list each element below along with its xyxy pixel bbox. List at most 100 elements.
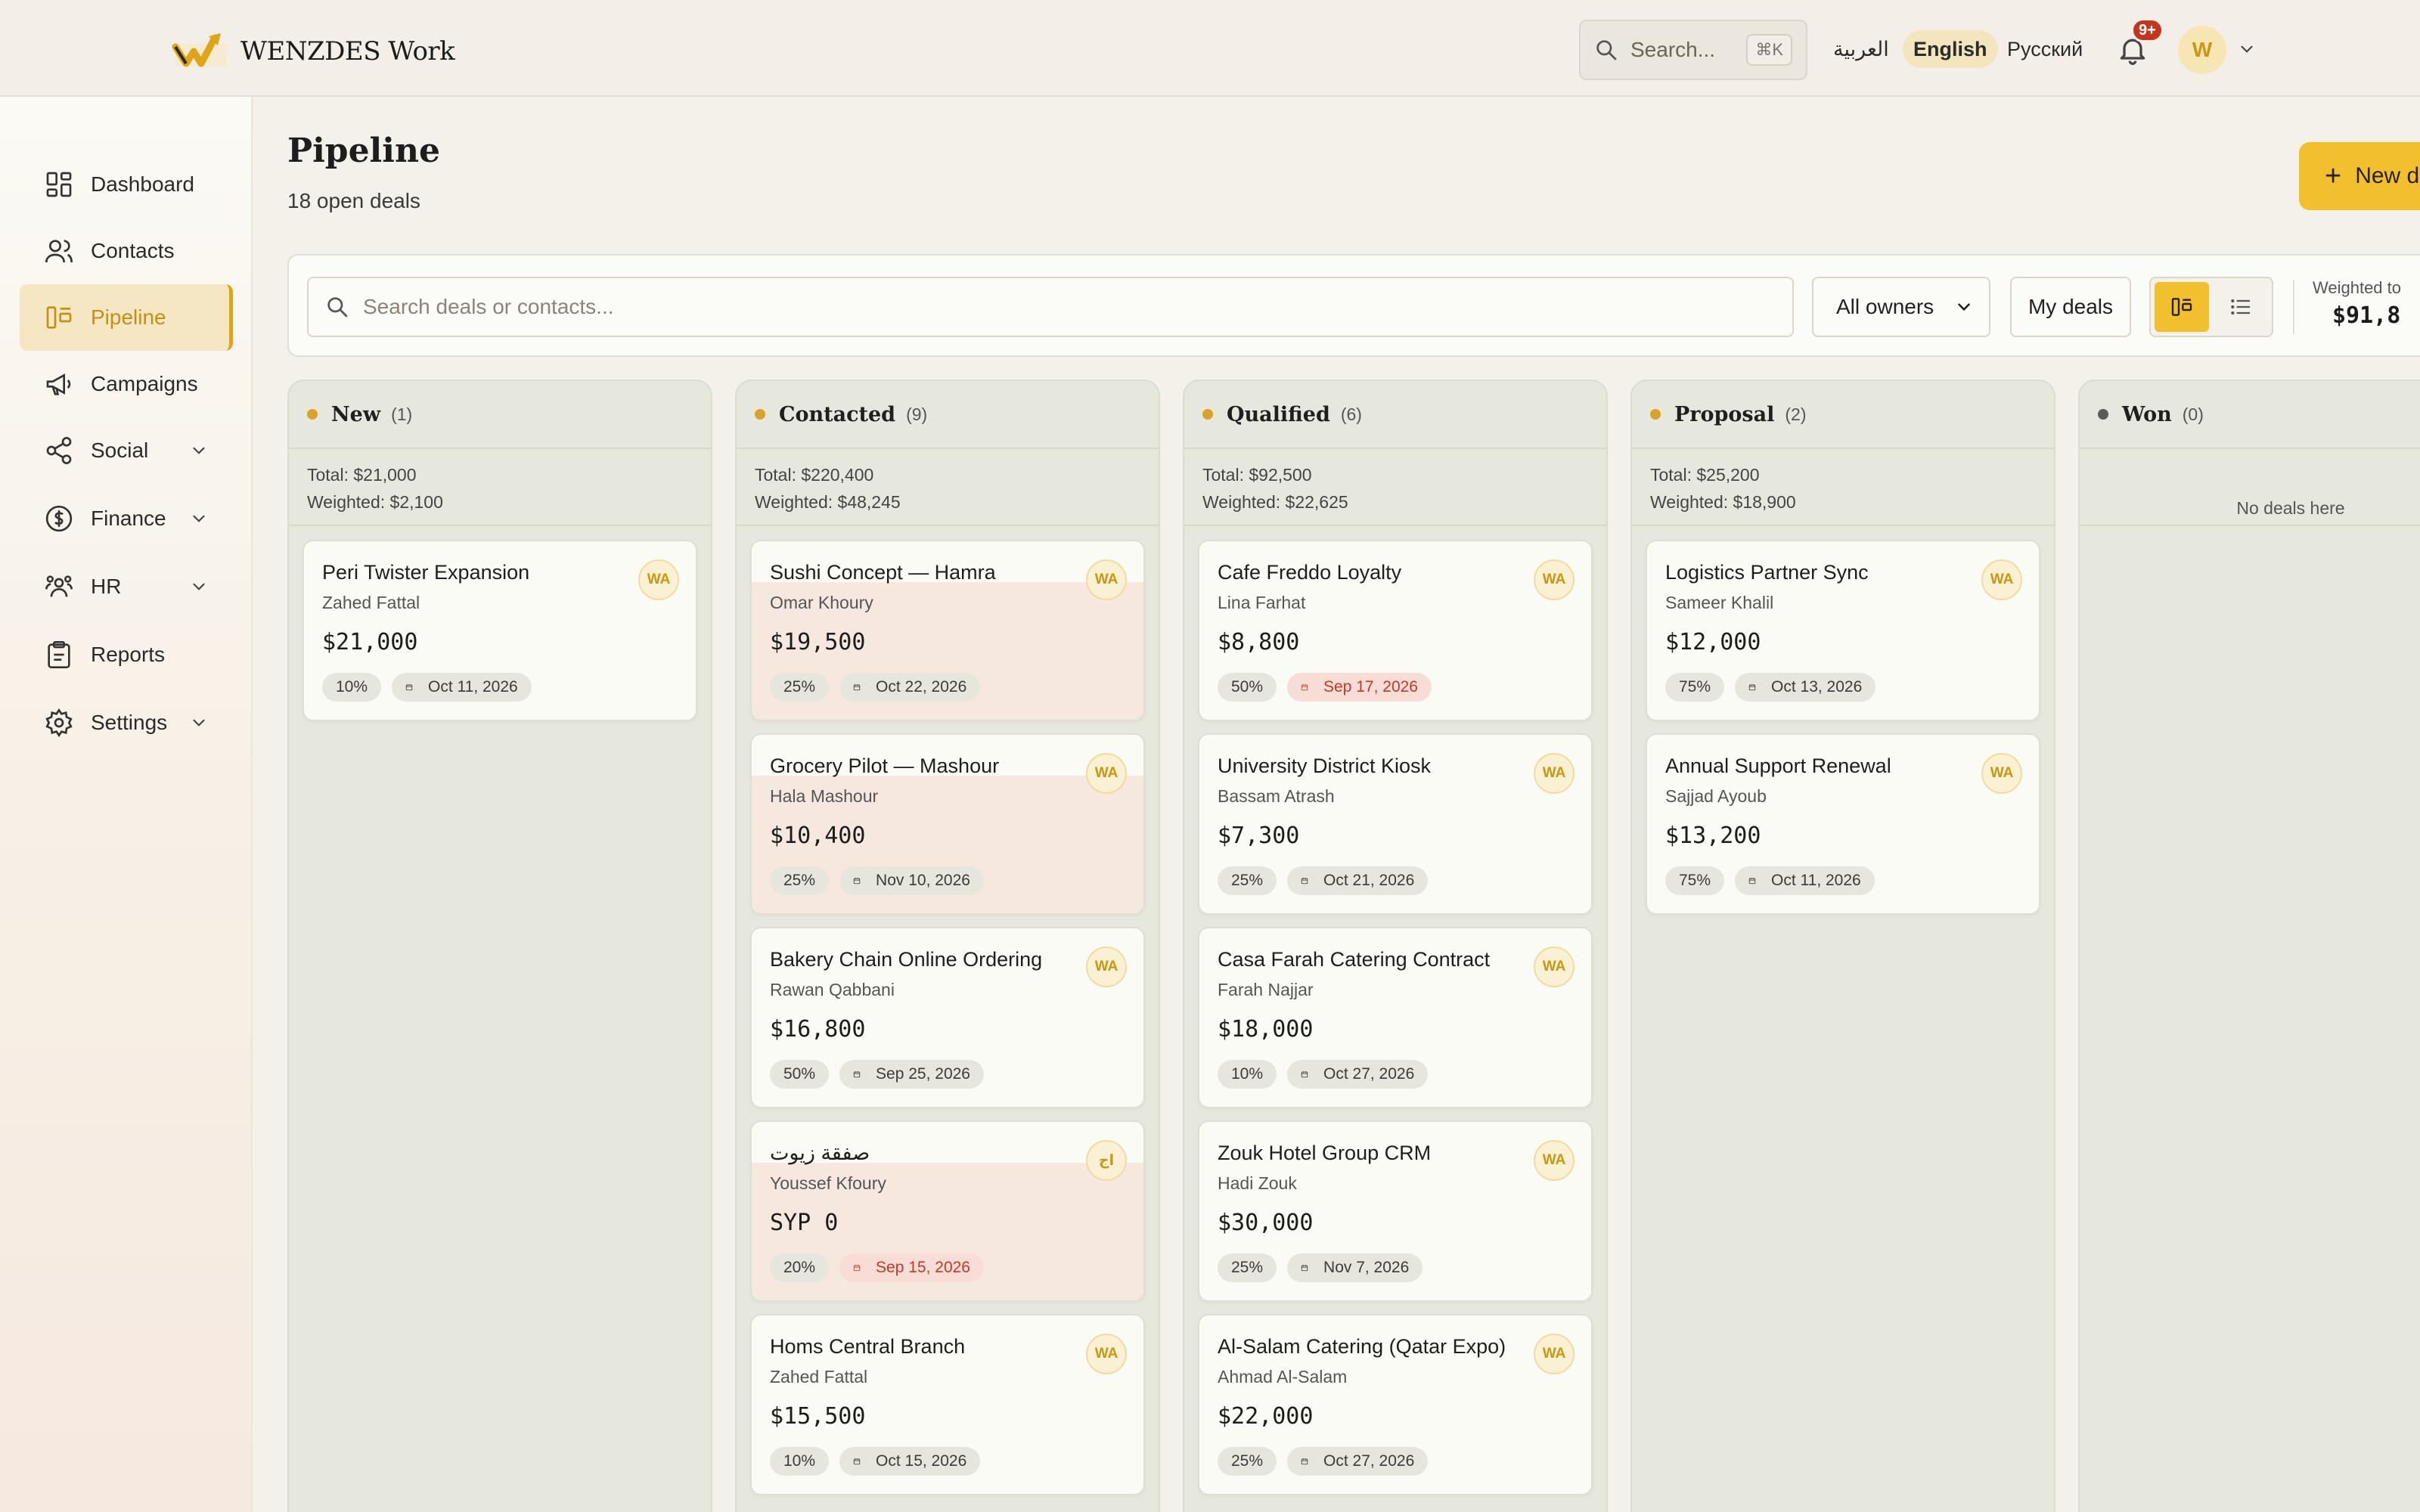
my-deals-button[interactable]: My deals: [2010, 277, 2131, 337]
owner-avatar[interactable]: اج: [1086, 1140, 1127, 1181]
sidebar-item-finance[interactable]: Finance: [20, 485, 233, 552]
top-bar: WENZDES Work Search... ⌘K العربية Englis…: [0, 0, 2420, 97]
deal-card[interactable]: Cafe Freddo Loyalty Lina Farhat $8,800 50% S…: [1198, 540, 1593, 721]
owner-avatar[interactable]: WA: [1534, 1334, 1575, 1374]
deal-title: Al-Salam Catering (Qatar Expo): [1218, 1335, 1506, 1358]
stage-dot: [1650, 409, 1661, 420]
sidebar: Dashboard Contacts Pipeline Campaigns So…: [0, 97, 253, 1512]
owner-avatar[interactable]: WA: [1534, 753, 1575, 794]
deal-meta: 75% Oct 11, 2026: [1665, 866, 1875, 895]
sidebar-item-social[interactable]: Social: [20, 417, 233, 484]
deal-title: Homs Central Branch: [770, 1335, 966, 1358]
lang-russian[interactable]: Русский: [1996, 30, 2093, 68]
owner-avatar[interactable]: WA: [1981, 559, 2022, 600]
deal-title: Annual Support Renewal: [1665, 754, 1891, 777]
deal-card[interactable]: Annual Support Renewal Sajjad Ayoub $13,20…: [1646, 733, 2040, 915]
owner-avatar[interactable]: WA: [638, 559, 679, 600]
deal-card[interactable]: University District Kiosk Bassam Atrash $7…: [1198, 733, 1593, 915]
sidebar-item-reports[interactable]: Reports: [20, 621, 233, 688]
avatar[interactable]: W: [2178, 26, 2226, 74]
owner-avatar[interactable]: WA: [1086, 753, 1127, 794]
brand-name: WENZDES Work: [240, 36, 455, 67]
calendar-icon: [853, 680, 868, 695]
owner-avatar[interactable]: WA: [1086, 1334, 1127, 1374]
page-title: Pipeline: [287, 132, 440, 170]
probability-chip: 25%: [1218, 1253, 1277, 1282]
deal-title: صفقة زيوت: [770, 1142, 870, 1164]
owner-filter-select[interactable]: All owners: [1812, 277, 1990, 337]
calendar-icon: [405, 680, 420, 695]
column-totals: Total: $25,200 Weighted: $18,900: [1632, 449, 2054, 526]
chevron-down-icon: [193, 583, 205, 590]
sidebar-item-pipeline[interactable]: Pipeline: [20, 284, 233, 351]
owner-avatar[interactable]: WA: [1981, 753, 2022, 794]
deal-card[interactable]: Peri Twister Expansion Zahed Fattal $21,00…: [302, 540, 697, 721]
search-icon: [1596, 40, 1617, 60]
dashboard-icon: [46, 172, 72, 197]
close-date: Sep 25, 2026: [876, 1065, 970, 1083]
lang-english[interactable]: English: [1903, 30, 1998, 68]
clipboard-icon: [48, 641, 70, 668]
sidebar-item-label: Social: [91, 438, 149, 462]
pipeline-toolbar: Search deals or contacts... All owners M…: [287, 254, 2420, 357]
deal-card[interactable]: Grocery Pilot — Mashour Hala Mashour $10,4…: [750, 733, 1145, 915]
owner-avatar[interactable]: WA: [1534, 947, 1575, 987]
chevron-down-icon[interactable]: [2237, 39, 2257, 59]
new-deal-button[interactable]: + New de: [2299, 142, 2420, 210]
probability-chip: 25%: [1218, 1447, 1277, 1476]
deal-card[interactable]: صفقة زيوت Youssef Kfoury SYP 0 20% Sep 15, 2…: [750, 1120, 1145, 1302]
owner-avatar[interactable]: WA: [1534, 559, 1575, 600]
list-view-button[interactable]: [2214, 282, 2268, 332]
open-deals-count: 18 open deals: [287, 189, 420, 212]
deal-title: Logistics Partner Sync: [1665, 561, 1869, 584]
calendar-icon: [1301, 873, 1316, 888]
close-date-chip: Oct 11, 2026: [1735, 866, 1875, 895]
global-search[interactable]: Search... ⌘K: [1579, 20, 1807, 80]
sidebar-item-settings[interactable]: Settings: [20, 689, 233, 756]
sidebar-item-label: Campaigns: [91, 372, 198, 395]
deal-card[interactable]: Sushi Concept — Hamra Omar Khoury $19,500 2…: [750, 540, 1145, 721]
close-date-chip: Oct 13, 2026: [1735, 673, 1876, 702]
probability-chip: 10%: [322, 673, 382, 702]
board-view-button[interactable]: [2155, 282, 2209, 332]
sidebar-item-contacts[interactable]: Contacts: [20, 218, 233, 284]
pipeline-column-won: Won (0) No deals here: [2078, 380, 2420, 1512]
lang-arabic[interactable]: العربية: [1823, 30, 1900, 68]
column-header: Qualified (6): [1184, 381, 1606, 449]
deal-amount: $21,000: [322, 629, 418, 655]
owner-avatar[interactable]: WA: [1086, 947, 1127, 987]
sidebar-item-dashboard[interactable]: Dashboard: [20, 151, 233, 218]
view-toggle: [2149, 277, 2273, 337]
probability-chip: 50%: [770, 1060, 830, 1089]
owner-avatar[interactable]: WA: [1534, 1140, 1575, 1181]
sidebar-item-campaigns[interactable]: Campaigns: [20, 351, 233, 417]
probability-chip: 75%: [1665, 673, 1725, 702]
deal-card[interactable]: Homs Central Branch Zahed Fattal $15,500 10…: [750, 1314, 1145, 1495]
deal-card[interactable]: Zouk Hotel Group CRM Hadi Zouk $30,000 25% N…: [1198, 1120, 1593, 1302]
deal-card[interactable]: Bakery Chain Online Ordering Rawan Qabban…: [750, 927, 1145, 1108]
share-icon: [46, 437, 72, 464]
deal-amount: $30,000: [1218, 1210, 1314, 1236]
stage-dot: [755, 409, 765, 420]
deal-search-placeholder: Search deals or contacts...: [363, 295, 614, 318]
empty-column-text: No deals here: [2236, 498, 2345, 518]
deal-contact: Omar Khoury: [770, 593, 873, 612]
deal-card[interactable]: Al-Salam Catering (Qatar Expo) Ahmad Al-S…: [1198, 1314, 1593, 1495]
calendar-icon: [1748, 873, 1764, 888]
deal-card[interactable]: Casa Farah Catering Contract Farah Najjar…: [1198, 927, 1593, 1108]
search-shortcut: ⌘K: [1746, 34, 1792, 66]
chevron-down-icon: [193, 515, 205, 522]
owner-avatar[interactable]: WA: [1086, 559, 1127, 600]
close-date-chip: Oct 27, 2026: [1287, 1447, 1429, 1476]
deal-card[interactable]: Logistics Partner Sync Sameer Khalil $12,0…: [1646, 540, 2040, 721]
deal-amount: $16,800: [770, 1016, 866, 1043]
sidebar-item-hr[interactable]: HR: [20, 553, 233, 620]
close-date-chip: Sep 17, 2026: [1287, 673, 1432, 702]
deal-search-input[interactable]: Search deals or contacts...: [307, 277, 1794, 337]
column-count: (9): [906, 404, 928, 424]
brand[interactable]: WENZDES Work: [171, 30, 455, 73]
close-date-chip: Oct 22, 2026: [839, 673, 981, 702]
close-date-chip: Oct 21, 2026: [1287, 866, 1429, 895]
toolbar-divider: [2293, 280, 2294, 334]
stage-dot: [307, 409, 318, 420]
